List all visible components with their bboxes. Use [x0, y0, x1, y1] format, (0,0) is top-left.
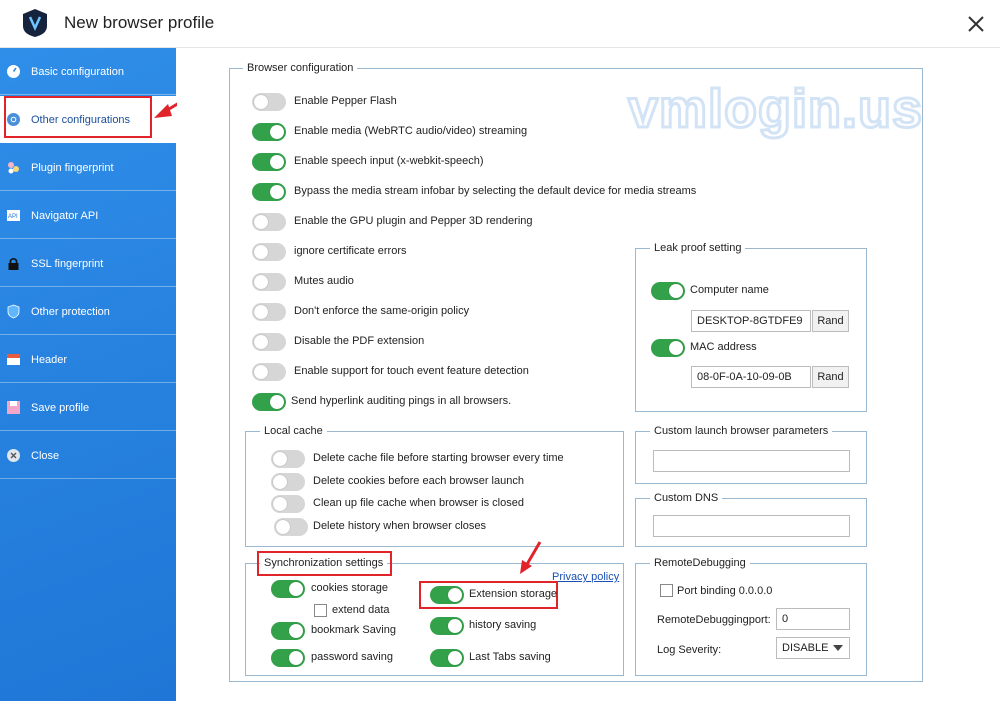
- sidebar: Basic configuration Other configurations…: [0, 48, 176, 701]
- browser-configuration-legend: Browser configuration: [243, 62, 358, 74]
- close-window-icon[interactable]: [962, 10, 990, 38]
- bookmark-saving-toggle[interactable]: [271, 622, 305, 640]
- api-icon: API: [7, 210, 20, 221]
- custom-launch-input[interactable]: [653, 450, 850, 472]
- sidebar-item-plugin-fingerprint[interactable]: Plugin fingerprint: [0, 144, 176, 191]
- sidebar-item-label: Close: [31, 450, 60, 462]
- leak-proof-legend: Leak proof setting: [650, 242, 746, 254]
- last-tabs-saving-toggle[interactable]: [430, 649, 464, 667]
- close-circle-icon: [7, 449, 20, 462]
- sidebar-item-label: Basic configuration: [31, 66, 124, 78]
- sidebar-item-label: Save profile: [31, 402, 90, 414]
- gauge-icon: [7, 65, 20, 78]
- custom-launch-legend: Custom launch browser parameters: [650, 425, 833, 437]
- sidebar-item-close[interactable]: Close: [0, 432, 176, 479]
- pepper-flash-toggle[interactable]: [252, 93, 286, 111]
- sidebar-item-label: Other protection: [31, 306, 110, 318]
- debug-port-input[interactable]: 0: [776, 608, 850, 630]
- sidebar-item-other-protection[interactable]: Other protection: [0, 288, 176, 335]
- same-origin-toggle[interactable]: [252, 303, 286, 321]
- log-severity-select[interactable]: DISABLE: [776, 637, 850, 659]
- window-title: New browser profile: [64, 13, 215, 32]
- remote-debugging-legend: RemoteDebugging: [650, 557, 750, 569]
- sidebar-item-save-profile[interactable]: Save profile: [0, 384, 176, 431]
- extension-storage-toggle[interactable]: [430, 586, 464, 604]
- hyperlink-auditing-toggle[interactable]: [252, 393, 286, 411]
- sidebar-item-label: Header: [31, 354, 68, 366]
- sidebar-item-ssl-fingerprint[interactable]: SSL fingerprint: [0, 240, 176, 287]
- privacy-policy-link[interactable]: Privacy policy: [552, 571, 619, 583]
- delete-cache-toggle[interactable]: [271, 450, 305, 468]
- sidebar-item-label: SSL fingerprint: [31, 258, 104, 270]
- shield-icon: [7, 304, 20, 319]
- mac-address-input[interactable]: 08-0F-0A-10-09-0B: [691, 366, 811, 388]
- delete-cookies-toggle[interactable]: [271, 473, 305, 491]
- local-cache-legend: Local cache: [260, 425, 327, 437]
- bypass-infobar-toggle[interactable]: [252, 183, 286, 201]
- mac-address-rand-button[interactable]: Rand: [812, 366, 849, 388]
- password-saving-toggle[interactable]: [271, 649, 305, 667]
- mutes-audio-toggle[interactable]: [252, 273, 286, 291]
- gpu-plugin-toggle[interactable]: [252, 213, 286, 231]
- cookies-storage-toggle[interactable]: [271, 580, 305, 598]
- disable-pdf-toggle[interactable]: [252, 333, 286, 351]
- computer-name-toggle[interactable]: [651, 282, 685, 300]
- computer-name-rand-button[interactable]: Rand: [812, 310, 849, 332]
- touch-events-toggle[interactable]: [252, 363, 286, 381]
- puzzle-icon: [8, 162, 19, 174]
- custom-dns-legend: Custom DNS: [650, 492, 723, 504]
- extend-data-checkbox[interactable]: [314, 604, 327, 617]
- sidebar-item-label: Plugin fingerprint: [31, 162, 114, 174]
- app-logo-icon: [23, 9, 47, 37]
- annotation-arrow-down-icon: [520, 541, 542, 574]
- speech-input-toggle[interactable]: [252, 153, 286, 171]
- chevron-down-icon: [833, 645, 843, 651]
- sidebar-item-label: Navigator API: [31, 210, 99, 222]
- sidebar-item-basic-configuration[interactable]: Basic configuration: [0, 48, 176, 95]
- port-binding-checkbox[interactable]: [660, 584, 673, 597]
- sidebar-item-navigator-api[interactable]: API Navigator API: [0, 192, 176, 239]
- clean-file-cache-toggle[interactable]: [271, 495, 305, 513]
- title-bar: New browser profile: [0, 0, 1000, 48]
- ignore-cert-toggle[interactable]: [252, 243, 286, 261]
- annotation-highlight-box: [4, 96, 152, 138]
- webrtc-toggle[interactable]: [252, 123, 286, 141]
- mac-address-toggle[interactable]: [651, 339, 685, 357]
- sync-annotation-box: [257, 551, 392, 576]
- svg-text:API: API: [8, 214, 18, 220]
- lock-icon: [8, 257, 19, 270]
- computer-name-input[interactable]: DESKTOP-8GTDFE9: [691, 310, 811, 332]
- sidebar-item-header[interactable]: Header: [0, 336, 176, 383]
- header-icon: [7, 354, 20, 365]
- custom-dns-input[interactable]: [653, 515, 850, 537]
- delete-history-toggle[interactable]: [274, 518, 308, 536]
- save-icon: [7, 401, 20, 414]
- history-saving-toggle[interactable]: [430, 617, 464, 635]
